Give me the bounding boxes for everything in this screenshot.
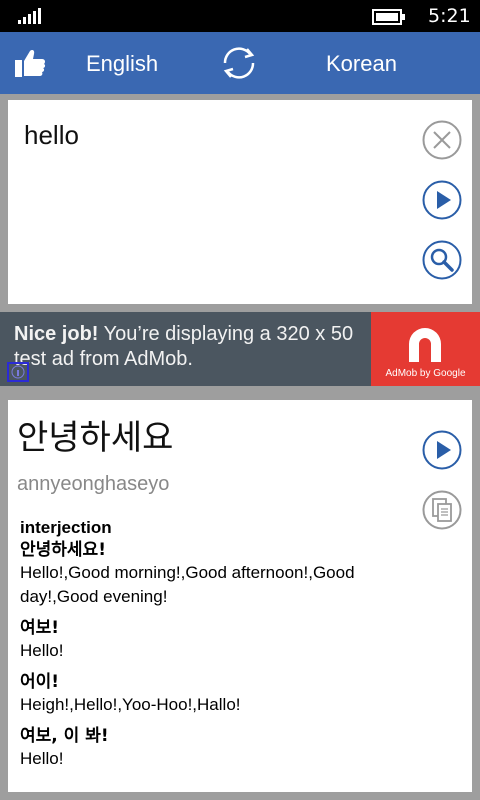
language-header: English Korean (0, 32, 480, 94)
romanization-text: annyeonghaseyo (17, 473, 170, 495)
target-language-button[interactable]: Korean (326, 51, 397, 77)
entry-definition: Hello!,Good morning!,Good afternoon!,Goo… (20, 563, 355, 606)
dictionary-entries: interjection 안녕하세요! Hello!,Good morning!… (20, 517, 400, 779)
ad-info-icon[interactable] (7, 362, 29, 382)
close-icon[interactable] (422, 120, 462, 160)
play-icon[interactable] (422, 180, 462, 220)
ad-text: Nice job! You’re displaying a 320 x 50 t… (14, 322, 364, 372)
admob-logo-text: AdMob by Google (385, 368, 466, 379)
clock: 5:21 (428, 5, 471, 27)
entry-definition: Hello! (20, 749, 64, 768)
status-bar: 5:21 (0, 0, 480, 32)
search-icon[interactable] (422, 240, 462, 280)
result-panel: 안녕하세요 annyeonghaseyo interjection 안녕하세요!… (8, 400, 472, 792)
battery-icon (372, 9, 405, 25)
swap-languages-icon[interactable] (219, 43, 259, 83)
copy-icon[interactable] (422, 490, 462, 530)
entry-term: 어이! (20, 672, 60, 692)
translation-text: 안녕하세요 (17, 418, 174, 458)
admob-logo-icon (409, 328, 441, 362)
ad-banner[interactable]: Nice job! You’re displaying a 320 x 50 t… (0, 312, 480, 386)
entry-term: 여보! (20, 618, 60, 638)
thumbs-up-icon[interactable] (14, 48, 46, 78)
part-of-speech: interjection (20, 518, 112, 537)
admob-logo[interactable]: AdMob by Google (371, 312, 480, 386)
source-language-button[interactable]: English (86, 51, 158, 77)
entry-definition: Hello! (20, 641, 64, 660)
signal-strength-icon (18, 8, 41, 24)
input-text-field[interactable]: hello (24, 120, 79, 151)
input-panel: hello (8, 100, 472, 304)
ad-text-bold: Nice job! (14, 323, 99, 345)
entry-term: 여보, 이 봐! (20, 726, 109, 746)
play-translation-icon[interactable] (422, 430, 462, 470)
entry-term: 안녕하세요! (20, 540, 106, 560)
entry-definition: Heigh!,Hello!,Yoo-Hoo!,Hallo! (20, 695, 241, 714)
